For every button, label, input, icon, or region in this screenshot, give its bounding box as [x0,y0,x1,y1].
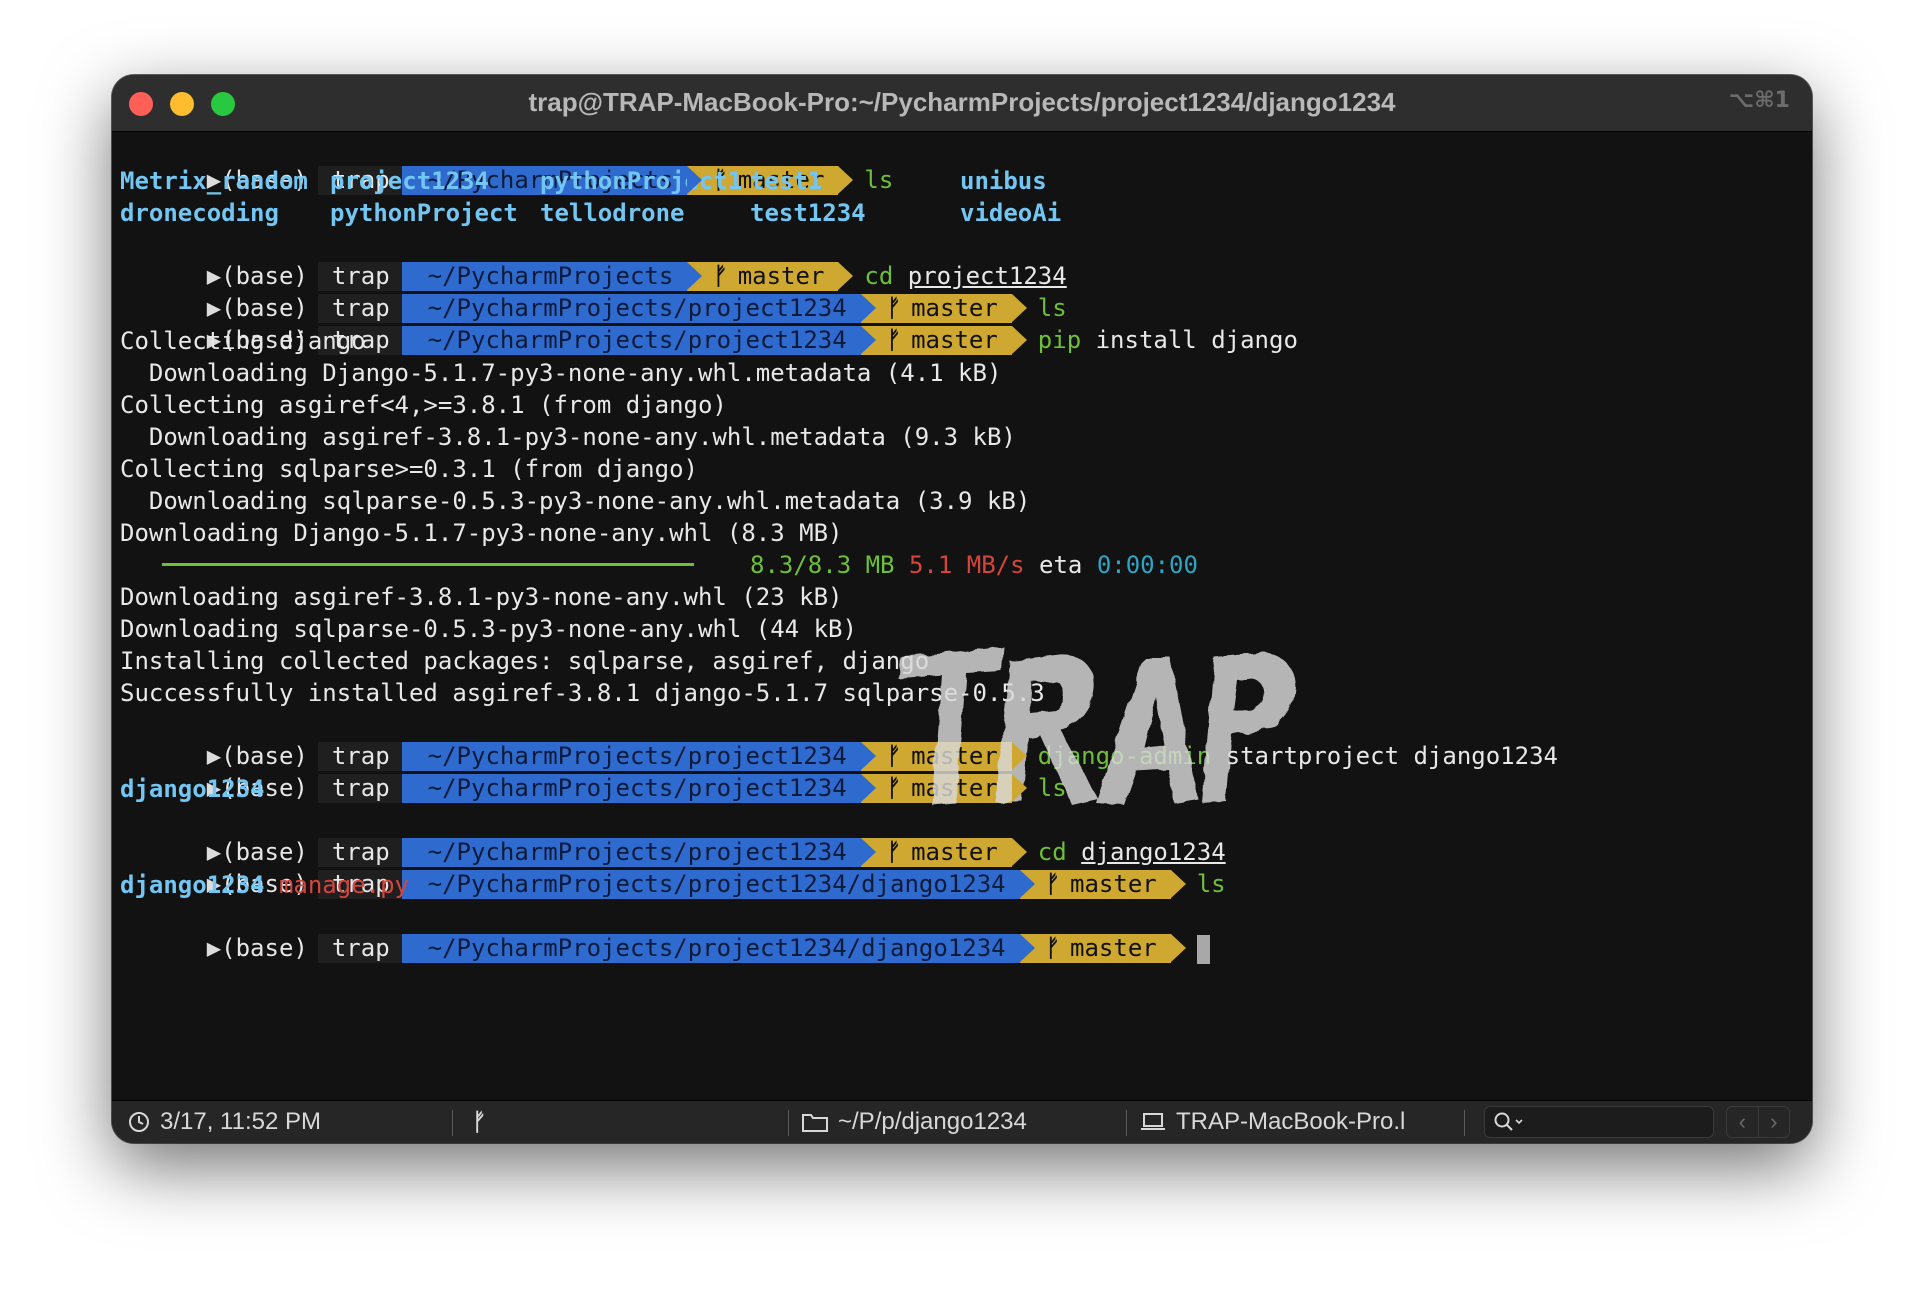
chevron-left-icon: ‹ [1738,1109,1746,1134]
search-input[interactable] [1484,1106,1714,1138]
status-clock-text: 3/17, 11:52 PM [160,1108,321,1135]
status-git[interactable]: ᚠ [472,1107,486,1137]
file-entry: manage.py [278,871,409,899]
prompt-user: trap [317,934,402,963]
dir-entry: django1234 [120,871,265,899]
output-line: Downloading asgiref-3.8.1-py3-none-any.w… [120,423,1016,451]
dir-entry: test1 [750,167,823,195]
status-bar: 3/17, 11:52 PM ᚠ ~/P/p/django1234 TRAP-M… [112,1100,1812,1143]
progress-eta: 0:00:00 [1096,551,1198,579]
prompt-marker-icon: ▶ [206,934,222,962]
search-icon [1494,1112,1523,1131]
prompt-line: ▶(base) trap ~/PycharmProjects/project1234… [120,837,1812,899]
status-divider [788,1110,789,1136]
dir-entry: tellodrone [540,199,685,227]
dir-entry: videoAi [960,199,1062,227]
output-line: Collecting sqlparse>=0.3.1 (from django) [120,455,698,483]
chevron-right-icon: › [1770,1109,1778,1134]
prompt-path-text: ~/PycharmProjects/project1234/django1234 [427,934,1006,962]
prompt-env: (base) [221,934,308,962]
output-line: Collecting asgiref<4,>=3.8.1 (from djang… [120,391,727,419]
progress-eta-label: eta [1039,551,1083,579]
text-cursor [1196,935,1210,964]
laptop-icon [1141,1113,1165,1130]
status-folder[interactable]: ~/P/p/django1234 [802,1107,1027,1137]
terminal-window: trap@TRAP-MacBook-Pro:~/PycharmProjects/… [112,75,1812,1143]
clock-icon [129,1112,149,1132]
status-folder-text: ~/P/p/django1234 [838,1108,1027,1135]
current-prompt-line: ▶(base) trap ~/PycharmProjects/project1234… [120,901,1812,964]
status-host[interactable]: TRAP-MacBook-Pro.l [1140,1107,1405,1137]
output-line: Downloading sqlparse-0.5.3-py3-none-any.… [120,487,1031,515]
prompt-line: ▶(base) trap ~/PycharmProjects ᚠ master cd pr… [120,229,1812,291]
progress-speed: 5.1 MB/s [908,551,1025,579]
download-progress: 8.3/8.3 MB 5.1 MB/s eta 0:00:00 [120,549,1812,581]
progress-text: 8.3/8.3 MB 5.1 MB/s eta 0:00:00 [750,549,1198,581]
progress-bar [162,563,694,566]
output-line: Collecting django [120,327,366,355]
search-nav: ‹ › [1726,1106,1790,1138]
dir-entry: test1234 [750,199,866,227]
prompt-line: ▶(base) trap ~/PycharmProjects/project1234… [120,293,1812,355]
trap-logo-watermark [898,647,1295,805]
next-match-button[interactable]: › [1757,1107,1790,1137]
dir-entry: pythonProject [330,199,518,227]
prompt-path: ~/PycharmProjects/project1234/django1234 [401,934,1035,963]
git-branch-icon: ᚠ [1045,934,1061,962]
previous-match-button[interactable]: ‹ [1727,1107,1758,1137]
dir-entry: Metrix_random [120,167,308,195]
status-divider [1464,1110,1465,1136]
output-line: Downloading Django-5.1.7-py3-none-any.wh… [120,359,1002,387]
prompt-line: ▶(base) trap ~/PycharmProjects ᚠ master ls [120,133,1812,195]
status-divider [452,1110,453,1136]
git-branch-icon: ᚠ [472,1108,487,1136]
ls-output-row: django1234 manage.py [120,869,1812,901]
output-line: Downloading asgiref-3.8.1-py3-none-any.w… [120,583,843,611]
dir-entry: dronecoding [120,199,279,227]
prompt-branch: ᚠ master [1019,934,1186,963]
status-clock: 3/17, 11:52 PM [128,1107,321,1137]
progress-size: 8.3/8.3 MB [750,551,895,579]
titlebar: trap@TRAP-MacBook-Pro:~/PycharmProjects/… [112,75,1812,132]
window-title: trap@TRAP-MacBook-Pro:~/PycharmProjects/… [528,87,1396,117]
ls-output-row: dronecoding pythonProject tellodrone tes… [120,197,1812,229]
prompt-branch-text: master [1070,934,1157,962]
dir-entry: unibus [960,167,1047,195]
ls-output-row: Metrix_random project1234 pythonProject1… [120,165,1812,197]
output-line: Downloading Django-5.1.7-py3-none-any.wh… [120,519,843,547]
dir-entry: project1234 [330,167,489,195]
dir-entry: django1234 [120,775,265,803]
window-shortcut: ⌥⌘1 [1728,88,1790,113]
dir-entry: pythonProject1 [540,167,743,195]
status-divider [1126,1110,1127,1136]
status-host-text: TRAP-MacBook-Pro.l [1176,1108,1406,1135]
prompt-line: ▶(base) trap ~/PycharmProjects/project1234… [120,261,1812,323]
folder-icon [802,1114,828,1132]
